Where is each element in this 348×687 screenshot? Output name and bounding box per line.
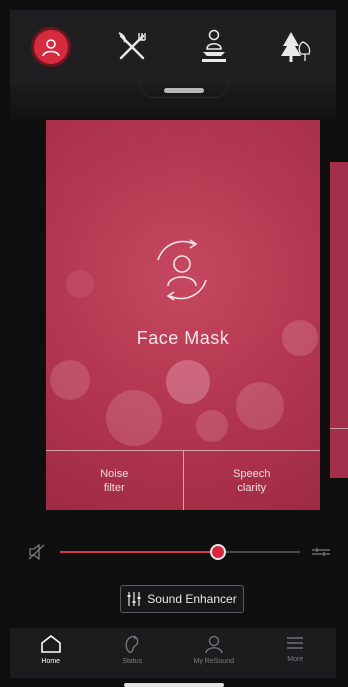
- program-actions: Noise filter Speech clarity: [46, 450, 320, 510]
- program-title: Face Mask: [136, 328, 230, 348]
- program-bar: [10, 10, 336, 84]
- fork-knife-icon: [118, 32, 146, 60]
- bokeh: [166, 360, 210, 404]
- speaker-mute-icon[interactable]: [28, 544, 46, 560]
- speech-clarity-button[interactable]: Speech clarity: [182, 451, 321, 510]
- program-meditation[interactable]: [190, 23, 238, 71]
- active-program-indicator: [30, 27, 71, 67]
- sound-enhancer-label: Sound Enhancer: [147, 592, 237, 606]
- equalizer-icon: [127, 592, 141, 606]
- nav-my-resound[interactable]: My ReSound: [173, 628, 255, 678]
- noise-filter-button[interactable]: Noise filter: [46, 451, 183, 510]
- bokeh: [66, 270, 94, 298]
- nav-status-label: Status: [122, 658, 143, 665]
- volume-control: [28, 540, 332, 564]
- program-outdoor[interactable]: [271, 23, 319, 71]
- trees-icon: [281, 32, 311, 62]
- nav-status[interactable]: Status: [92, 628, 174, 678]
- nav-more-label: More: [287, 656, 304, 663]
- volume-slider-thumb[interactable]: [210, 544, 227, 560]
- app-screen: Face Mask Noise filter Speech clarity So…: [0, 0, 348, 687]
- volume-slider-fill: [60, 551, 219, 553]
- bokeh: [50, 360, 90, 400]
- person-mask-icon: [41, 39, 60, 57]
- person-meditate-icon: [201, 29, 226, 62]
- drawer-handle[interactable]: [164, 88, 204, 93]
- sound-enhancer-button[interactable]: Sound Enhancer: [120, 585, 244, 613]
- nav-my-resound-label: My ReSound: [193, 658, 234, 665]
- nav-home[interactable]: Home: [10, 628, 92, 678]
- volume-slider[interactable]: [60, 544, 300, 560]
- program-face-mask[interactable]: [27, 23, 75, 71]
- program-card[interactable]: Face Mask Noise filter Speech clarity: [46, 120, 320, 510]
- next-program-card[interactable]: [330, 162, 348, 478]
- home-icon: [40, 634, 61, 653]
- status-icon: [125, 635, 139, 653]
- person-icon: [205, 635, 223, 654]
- bokeh: [106, 390, 162, 446]
- next-card-divider: [330, 428, 348, 429]
- face-mask-cycle-icon: [157, 239, 207, 301]
- program-restaurant[interactable]: [108, 23, 156, 71]
- home-indicator[interactable]: [124, 683, 224, 687]
- nav-home-label: Home: [41, 658, 61, 665]
- bokeh: [196, 410, 228, 442]
- menu-icon: [287, 637, 304, 649]
- bokeh: [236, 382, 284, 430]
- nav-more[interactable]: More: [255, 628, 337, 678]
- volume-options-icon[interactable]: [312, 547, 330, 557]
- bottom-nav: Home Status My ReSound More: [10, 628, 336, 678]
